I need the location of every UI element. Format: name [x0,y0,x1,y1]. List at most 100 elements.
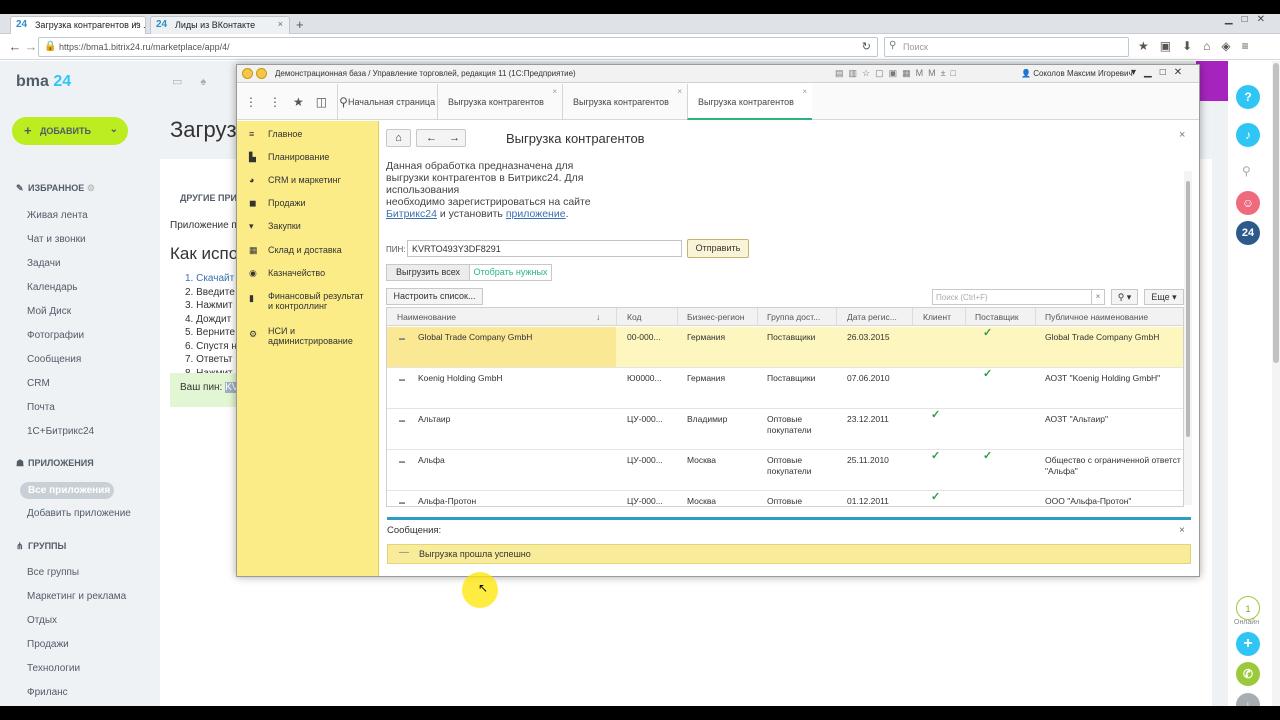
col-group[interactable]: Группа дост... [767,312,820,322]
close-icon[interactable]: × [1179,525,1185,536]
col-region[interactable]: Бизнес-регион [687,312,744,322]
bitrix24-link[interactable]: Битрикс24 [386,208,437,220]
onec-menu-icon[interactable] [256,68,267,79]
table-scrollbar[interactable] [1184,171,1192,505]
sidebar-item-group[interactable]: Маркетинг и реклама [27,591,126,602]
sidebar-item-main[interactable]: ≡ Главное [249,129,302,139]
back-arrow-icon[interactable]: ← [426,132,449,144]
onec-tab-upload-1[interactable]: Выгрузка контрагентов × [437,84,562,120]
table-row[interactable]: ▬ Альтаир ЦУ-000... Владимир Оптовые покупат… [387,409,1183,450]
bot-icon[interactable]: ☺ [1236,191,1260,215]
sidebar-item-purchases[interactable]: ▾ Закупки [249,221,301,232]
col-client[interactable]: Клиент [923,312,951,322]
sidebar-item-crm[interactable]: ◕ CRM и маркетинг [249,175,341,185]
table-row[interactable]: ▬ Koenig Holding GmbH Ю0000... Германия Пост… [387,368,1183,409]
sidebar-item-sales[interactable]: ◼ Продажи [249,198,306,209]
pin-input[interactable]: KVRTO493Y3DF8291 [407,240,682,257]
clear-search-icon[interactable]: × [1091,289,1105,305]
send-button[interactable]: Отправить [687,239,749,258]
close-icon[interactable]: × [1179,129,1185,141]
search-icon[interactable]: ⚲ [1242,164,1251,178]
home-icon[interactable]: ⌂ [386,129,411,147]
table-row[interactable]: ▬ Альфа ЦУ-000... Москва Оптовые покупатели 2… [387,450,1183,491]
sidebar-item-planning[interactable]: ▙ Планирование [249,152,329,163]
notification-bell-icon[interactable]: ♪ [1236,123,1260,147]
favorites-header[interactable]: ✎ ИЗБРАННОЕ ⚙ [16,183,95,194]
more-button[interactable]: Еще ▾ [1144,289,1184,305]
close-icon[interactable]: × [802,87,807,96]
onec-tab-upload-3[interactable]: Выгрузка контрагентов × [687,84,812,120]
col-date[interactable]: Дата регис... [847,312,897,322]
col-name[interactable]: Наименование [397,312,456,322]
sidebar-item-group[interactable]: Продажи [27,639,69,650]
bitrix24-icon[interactable]: 24 [1236,221,1260,245]
bitrix-logo[interactable]: bma 24 [16,73,71,91]
grid-search-input[interactable]: Поиск (Ctrl+F) [932,289,1092,305]
sidebar-item-favorite[interactable]: 1С+Битрикс24 [27,426,94,437]
sidebar-item-favorite[interactable]: Живая лента [27,210,88,221]
window-controls[interactable]: ▁□✕ [1225,14,1274,25]
onec-tab-upload-2[interactable]: Выгрузка контрагентов × [562,84,687,120]
online-counter[interactable]: 1 [1236,596,1260,620]
page-scrollbar[interactable] [1272,61,1280,706]
table-row[interactable]: ▬ Альфа-Протон ЦУ-000... Москва Оптовые 01.12… [387,491,1183,506]
all-apps-item[interactable]: Все приложения [20,482,114,499]
sidebar-item-group[interactable]: Отдых [27,615,57,626]
col-supplier[interactable]: Поставщик [975,312,1019,322]
sidebar-item-group[interactable]: Фриланс [27,687,68,698]
sort-arrow-icon[interactable]: ↓ [596,312,600,322]
download-icon[interactable]: ↓ [1236,693,1260,706]
close-tab-icon[interactable]: × [134,19,139,29]
sidebar-item-treasury[interactable]: ◉ Казначейство [249,268,325,279]
sidebar-item-favorite[interactable]: Сообщения [27,354,81,365]
col-code[interactable]: Код [627,312,641,322]
other-apps-tab[interactable]: ДРУГИЕ ПРИ [180,193,237,203]
onec-user[interactable]: 👤 Соколов Максим Игоревич [1021,69,1133,78]
browser-tab-leads[interactable]: 24 Лиды из ВКонтакте × [150,16,290,34]
browser-search-input[interactable]: ⚲ Поиск [884,37,1129,57]
sidebar-item-favorite[interactable]: Мой Диск [27,306,71,317]
message-item[interactable]: — Выгрузка прошла успешно [387,544,1191,564]
sidebar-item-admin[interactable]: ⚙ НСИ и администрирование [249,326,367,346]
sidebar-item-group[interactable]: Все группы [27,567,79,578]
top-bar-icons[interactable]: ▭♠ [172,75,224,88]
close-icon[interactable]: × [552,87,557,96]
add-button[interactable]: + ДОБАВИТЬ ⌄ [12,117,128,145]
sidebar-item-favorite[interactable]: CRM [27,378,50,389]
upload-all-button[interactable]: Выгрузить всех [386,264,470,281]
search-button[interactable]: ⚲ ▾ [1111,289,1138,305]
gear-icon[interactable]: ⚙ [87,183,95,193]
sidebar-item-favorite[interactable]: Фотографии [27,330,84,341]
onec-window-controls[interactable]: ▾▁□✕ [1131,67,1190,78]
sidebar-item-warehouse[interactable]: ▦ Склад и доставка [249,245,342,256]
grid-menu-icon[interactable]: ⋮⋮ [245,95,293,109]
table-row[interactable]: ▬ Global Trade Company GmbH 00-000... Герма… [387,327,1183,368]
col-public-name[interactable]: Публичное наименование [1045,312,1148,322]
sidebar-item-favorite[interactable]: Чат и звонки [27,234,86,245]
forward-arrow-icon[interactable]: → [449,132,472,144]
configure-list-button[interactable]: Настроить список... [386,288,483,305]
close-tab-icon[interactable]: × [278,19,283,29]
app-link[interactable]: приложение [506,208,566,220]
onec-tab-home[interactable]: Начальная страница [337,84,437,120]
apps-header[interactable]: ☗ ПРИЛОЖЕНИЯ [16,458,94,469]
help-icon[interactable]: ? [1236,85,1260,109]
nav-arrows[interactable]: ←→ [416,129,466,147]
sidebar-item-favorite[interactable]: Задачи [27,258,61,269]
add-app-item[interactable]: Добавить приложение [27,508,131,519]
url-bar[interactable]: 🔒 https://bma1.bitrix24.ru/marketplace/a… [38,37,878,57]
onec-toolbar-icons[interactable]: ▤▥☆▢▣▦MM±□ [835,68,961,79]
sidebar-item-favorite[interactable]: Почта [27,402,55,413]
browser-toolbar-icons[interactable]: ★▣⬇⌂◈≡ [1138,39,1260,53]
plus-icon[interactable]: + [1236,632,1260,656]
history-icon[interactable]: ◫ [316,95,339,109]
phone-icon[interactable]: ✆ [1236,662,1260,686]
new-tab-button[interactable]: + [296,17,304,32]
reload-icon[interactable]: ↻ [862,40,871,53]
sidebar-item-group[interactable]: Технологии [27,663,80,674]
star-icon[interactable]: ★ [293,95,316,109]
select-needed-button[interactable]: Отобрать нужных [469,264,552,281]
sidebar-item-finance[interactable]: ▮ Финансовый результат и контроллинг [249,291,367,311]
close-icon[interactable]: × [677,87,682,96]
browser-tab-upload[interactable]: 24 Загрузка контрагентов из ... × [10,16,146,34]
